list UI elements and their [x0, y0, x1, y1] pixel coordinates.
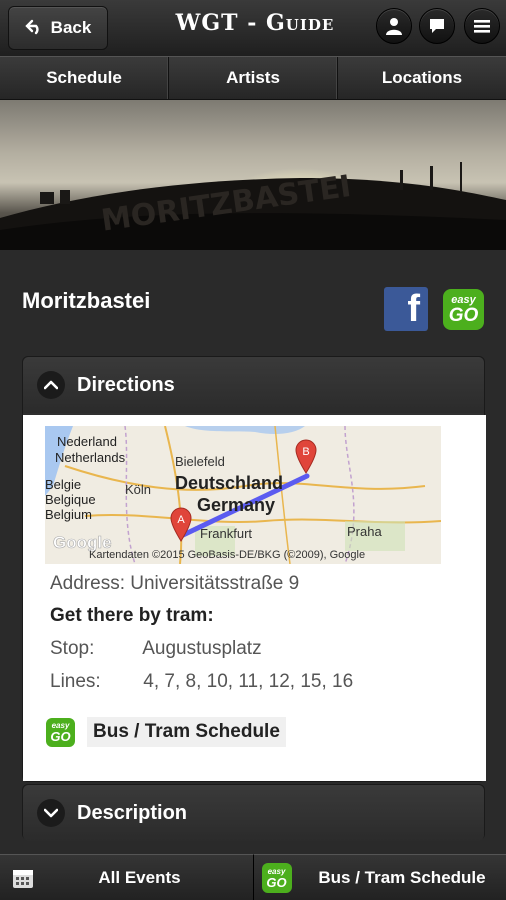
svg-text:Praha: Praha — [347, 524, 382, 539]
description-panel: Description — [22, 784, 485, 841]
address-value: Universitätsstraße 9 — [130, 573, 300, 594]
back-arrow-icon — [24, 17, 43, 40]
footer-easygo-icon: easy GO — [261, 863, 292, 893]
directions-title: Directions — [77, 373, 175, 396]
directions-panel: Directions A B Nederland Netherlands Bie… — [22, 356, 486, 782]
facebook-icon[interactable]: f — [384, 287, 428, 331]
svg-text:Belgique: Belgique — [45, 492, 96, 507]
chevron-down-icon — [37, 799, 65, 827]
footer-bus-schedule-label: Bus / Tram Schedule — [318, 867, 486, 887]
stop-value: Augustusplatz — [142, 638, 262, 659]
directions-body: A B Nederland Netherlands Bielefeld Belg… — [23, 415, 486, 781]
main-tabs: Schedule Artists Locations — [0, 56, 506, 100]
hamburger-menu-icon — [474, 20, 490, 33]
lines-value: 4, 7, 8, 10, 11, 12, 15, 16 — [143, 671, 354, 692]
description-header[interactable]: Description — [23, 785, 484, 841]
back-label: Back — [50, 18, 92, 37]
all-events-button[interactable]: All Events — [0, 854, 254, 900]
lines-label: Lines: — [50, 671, 101, 692]
svg-text:A: A — [177, 514, 185, 526]
back-button[interactable]: Back — [8, 6, 108, 50]
bottom-bar: All Events easy GO Bus / Tram Schedule — [0, 854, 506, 900]
svg-text:Kartendaten ©2015 GeoBasis-DE/: Kartendaten ©2015 GeoBasis-DE/BKG (©2009… — [89, 549, 365, 561]
easygo-icon[interactable]: easy GO — [443, 289, 484, 330]
user-icon — [386, 18, 402, 35]
footer-bus-schedule-button[interactable]: easy GO Bus / Tram Schedule — [253, 854, 506, 900]
address-label: Address: — [50, 573, 125, 594]
messages-button[interactable] — [419, 8, 455, 44]
svg-text:Bielefeld: Bielefeld — [175, 454, 225, 469]
directions-header[interactable]: Directions — [23, 357, 484, 413]
svg-text:Köln: Köln — [125, 482, 151, 497]
menu-button[interactable] — [464, 8, 500, 44]
svg-text:B: B — [302, 446, 309, 458]
stop-label: Stop: — [50, 638, 95, 659]
description-title: Description — [77, 801, 188, 824]
svg-text:Deutschland: Deutschland — [175, 473, 283, 493]
top-bar: Back WGT - Guide — [0, 0, 506, 56]
bus-schedule-link[interactable]: easy GO Bus / Tram Schedule — [46, 717, 286, 747]
svg-text:Belgium: Belgium — [45, 507, 92, 522]
svg-text:Nederland: Nederland — [57, 434, 117, 449]
app-title: WGT - Guide — [175, 10, 335, 36]
svg-text:Germany: Germany — [197, 495, 275, 515]
chevron-up-icon — [37, 371, 65, 399]
venue-photo: MORITZBASTEI — [0, 100, 506, 250]
venue-title: Moritzbastei — [22, 288, 151, 313]
bus-schedule-label: Bus / Tram Schedule — [87, 717, 286, 747]
easygo-small-icon: easy GO — [46, 717, 75, 747]
all-events-label: All Events — [98, 867, 181, 887]
tab-locations[interactable]: Locations — [338, 57, 506, 99]
tab-schedule[interactable]: Schedule — [0, 57, 169, 99]
route-map[interactable]: A B Nederland Netherlands Bielefeld Belg… — [45, 426, 441, 564]
svg-text:Frankfurt: Frankfurt — [200, 526, 252, 541]
profile-button[interactable] — [376, 8, 412, 44]
svg-text:Netherlands: Netherlands — [55, 450, 126, 465]
tab-artists[interactable]: Artists — [169, 57, 338, 99]
speech-bubble-icon — [430, 19, 444, 33]
svg-text:Belgie: Belgie — [45, 477, 81, 492]
tram-heading: Get there by tram: — [50, 605, 214, 626]
